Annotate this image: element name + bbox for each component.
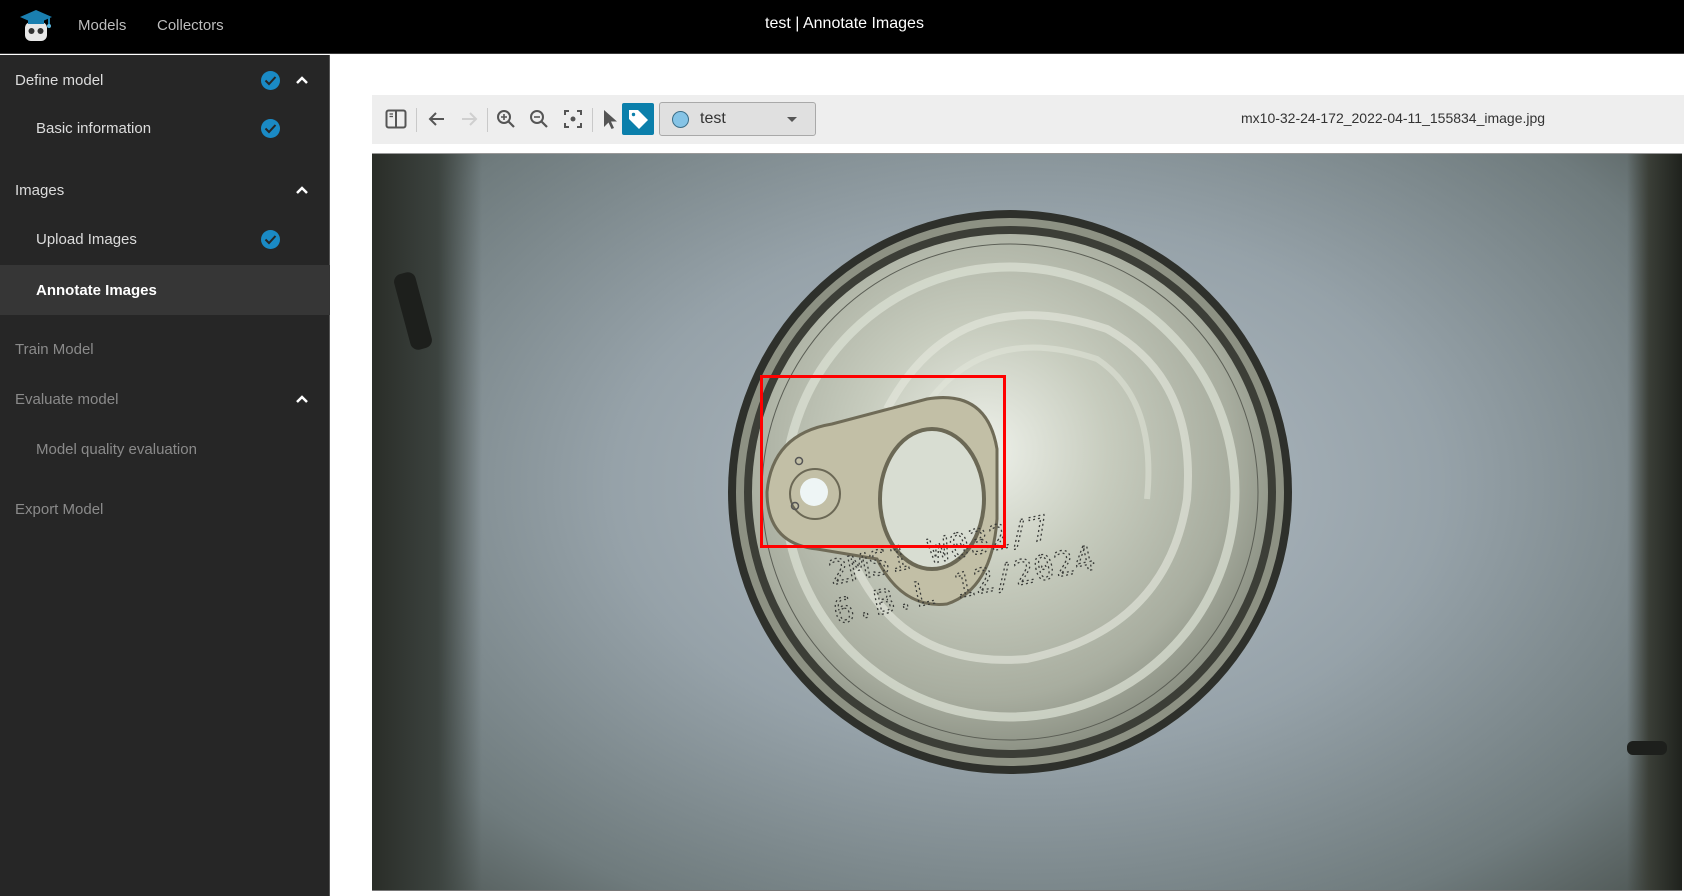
annotation-toolbar: test mx10-32-24-172_2022-04-11_155834_im… [372, 95, 1684, 144]
sidebar-item-label: Images [15, 181, 65, 199]
center-focus-icon [564, 110, 582, 128]
sidebar-item-images[interactable]: Images [0, 166, 330, 214]
toggle-panel-button[interactable] [380, 103, 412, 135]
sidebar-item-export-model[interactable]: Export Model [0, 485, 330, 533]
toolbar-divider [592, 108, 593, 132]
sidebar-item-label: Model quality evaluation [36, 440, 197, 458]
sidebar-item-label: Evaluate model [15, 390, 119, 408]
sidebar-item-label: Upload Images [36, 230, 137, 248]
zoom-in-icon [497, 110, 515, 128]
check-circle-icon [261, 118, 280, 138]
chevron-up-icon[interactable] [294, 182, 310, 198]
sidebar-item-annotate-images[interactable]: Annotate Images [0, 265, 330, 315]
image-filename: mx10-32-24-172_2022-04-11_155834_image.j… [1241, 110, 1546, 126]
zoom-out-icon [530, 110, 548, 128]
sidebar-item-label: Annotate Images [36, 281, 157, 299]
sidebar-item-define-model[interactable]: Define model [0, 56, 330, 104]
sidebar-item-label: Train Model [15, 340, 94, 358]
check-circle-icon [261, 70, 280, 90]
next-image-button[interactable] [453, 103, 485, 135]
top-bar: Models Collectors test | Annotate Images [0, 0, 1684, 54]
arrow-left-icon [428, 112, 444, 126]
zoom-out-button[interactable] [523, 103, 555, 135]
tag-icon [629, 110, 648, 129]
zoom-in-button[interactable] [490, 103, 522, 135]
fit-to-screen-button[interactable] [557, 103, 589, 135]
sidebar-item-evaluate-model[interactable]: Evaluate model [0, 375, 330, 423]
caret-down-icon [787, 117, 797, 122]
arrow-right-icon [462, 112, 478, 126]
label-color-swatch [672, 111, 689, 128]
image-dark-mark [1627, 741, 1667, 755]
side-panel-icon [385, 109, 407, 129]
sidebar-item-train-model[interactable]: Train Model [0, 325, 330, 373]
label-class-select[interactable]: test [659, 102, 816, 136]
image-shadow-right [1627, 154, 1682, 890]
chevron-up-icon[interactable] [294, 391, 310, 407]
page-title-text: test | Annotate Images [765, 15, 924, 32]
sidebar-item-model-quality-evaluation[interactable]: Model quality evaluation [0, 425, 330, 473]
toolbar-divider [487, 108, 488, 132]
previous-image-button[interactable] [421, 103, 453, 135]
cursor-pointer-icon [604, 110, 617, 129]
annotation-canvas[interactable]: 2MS1 W032/7 6.B.L 12/2024 [372, 153, 1682, 891]
sidebar-item-basic-information[interactable]: Basic information [0, 104, 330, 152]
sidebar-item-upload-images[interactable]: Upload Images [0, 215, 330, 263]
toolbar-divider [416, 108, 417, 132]
check-circle-icon [261, 229, 280, 249]
sidebar-item-label: Basic information [36, 119, 152, 137]
page-title: test | Annotate Images [0, 15, 1684, 33]
bounding-box-annotation[interactable] [759, 374, 1007, 548]
tag-tool-button[interactable] [622, 103, 654, 135]
sidebar-item-label: Define model [15, 71, 104, 89]
sidebar-item-label: Export Model [15, 500, 104, 518]
chevron-up-icon[interactable] [294, 72, 310, 88]
label-class-value: test [700, 110, 726, 127]
sidebar: Define model Basic information Images Up… [0, 55, 330, 896]
image-shadow-left [372, 154, 482, 890]
